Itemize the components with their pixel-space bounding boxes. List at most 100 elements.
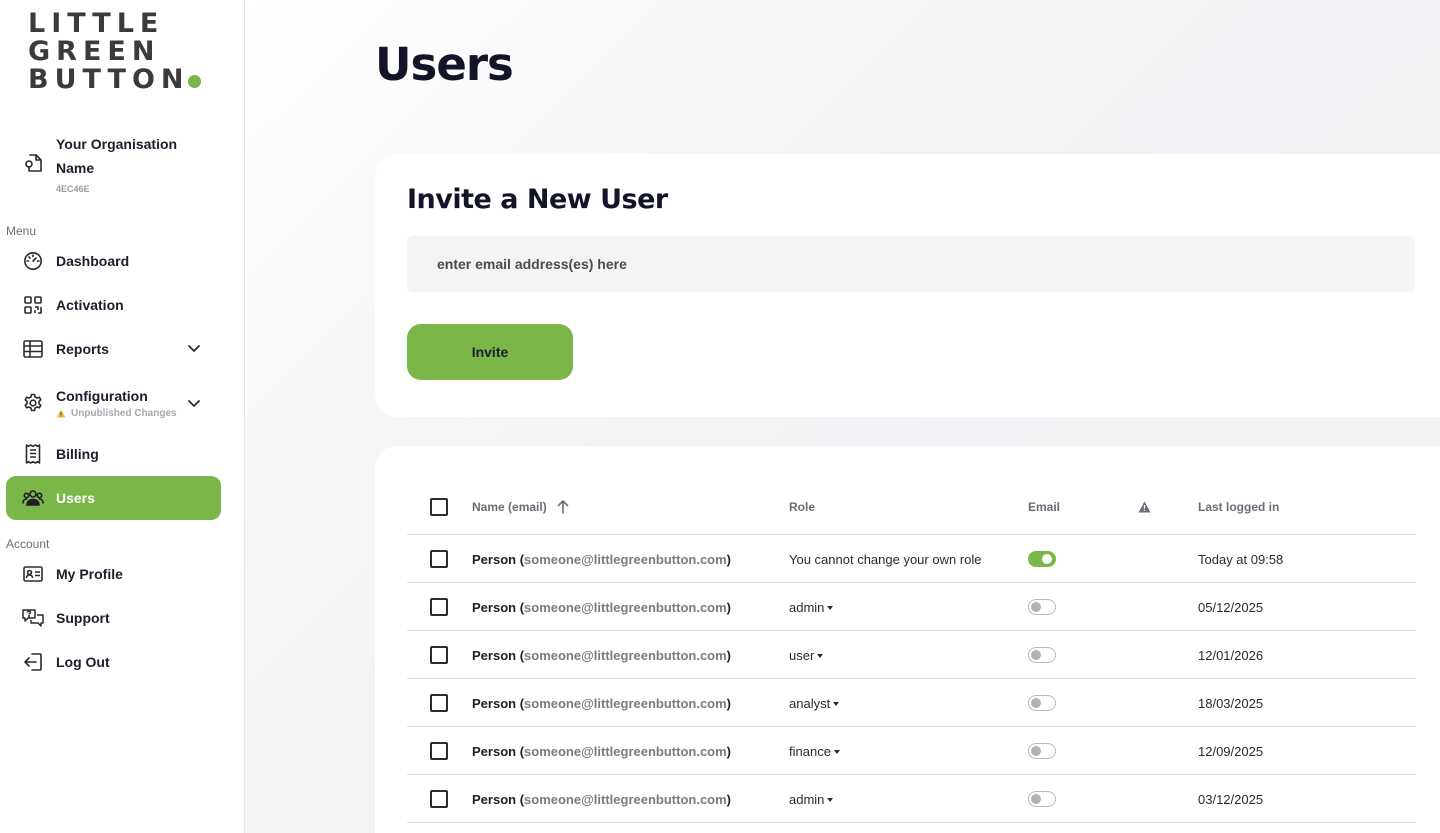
sidebar-item-dashboard[interactable]: Dashboard bbox=[6, 239, 221, 283]
user-name-email: Person (someone@littlegreenbutton.com) bbox=[472, 679, 731, 727]
id-card-icon bbox=[22, 563, 44, 585]
logo-line-2: GREEN bbox=[28, 36, 161, 67]
invite-email-input[interactable] bbox=[407, 236, 1415, 292]
org-pin-icon bbox=[22, 152, 44, 174]
role-cell: admin bbox=[789, 775, 834, 823]
email-notification-toggle[interactable] bbox=[1028, 599, 1056, 615]
caret-down-icon bbox=[827, 605, 834, 610]
role-select[interactable]: admin bbox=[789, 600, 834, 615]
email-toggle-cell bbox=[1028, 535, 1056, 583]
open-paren: ( bbox=[516, 647, 525, 663]
email-notification-toggle[interactable] bbox=[1028, 647, 1056, 663]
user-email: someone@littlegreenbutton.com bbox=[524, 743, 727, 759]
caret-down-icon bbox=[817, 653, 824, 658]
open-paren: ( bbox=[516, 743, 525, 759]
close-paren: ) bbox=[726, 647, 732, 663]
email-toggle-cell bbox=[1028, 775, 1056, 823]
sidebar-item-users[interactable]: Users bbox=[6, 476, 221, 520]
row-checkbox[interactable] bbox=[430, 790, 448, 808]
caret-down-icon bbox=[827, 797, 834, 802]
last-logged-in: 03/12/2025 bbox=[1198, 791, 1264, 807]
toggle-knob bbox=[1031, 697, 1041, 708]
user-email: someone@littlegreenbutton.com bbox=[524, 791, 727, 807]
close-paren: ) bbox=[726, 599, 732, 615]
user-name: Person bbox=[472, 743, 517, 759]
row-checkbox[interactable] bbox=[430, 550, 448, 568]
sidebar-item-reports[interactable]: Reports bbox=[6, 327, 221, 371]
unpublished-changes-notice: Unpublished Changes bbox=[56, 408, 177, 419]
sidebar-item-label: Log Out bbox=[56, 654, 110, 670]
user-name-email: Person (someone@littlegreenbutton.com) bbox=[472, 631, 731, 679]
role-cell: finance bbox=[789, 727, 840, 775]
sidebar-item-label: Reports bbox=[56, 341, 109, 357]
role-select[interactable]: analyst bbox=[789, 696, 840, 711]
organisation-switcher[interactable]: Your Organisation Name 4EC46E bbox=[22, 132, 196, 194]
logo-dot bbox=[187, 75, 201, 88]
user-name: Person bbox=[472, 695, 517, 711]
row-checkbox[interactable] bbox=[430, 598, 448, 616]
sidebar-item-activation[interactable]: Activation bbox=[6, 283, 221, 327]
row-checkbox[interactable] bbox=[430, 742, 448, 760]
last-logged-in: 12/01/2026 bbox=[1198, 647, 1264, 663]
row-checkbox[interactable] bbox=[430, 646, 448, 664]
sidebar-item-log-out[interactable]: Log Out bbox=[6, 640, 221, 684]
logo[interactable]: LITTLE GREEN BUTTON bbox=[28, 10, 201, 94]
role-select[interactable]: finance bbox=[789, 744, 840, 759]
last-logged-in: Today at 09:58 bbox=[1198, 551, 1284, 567]
table-row: Person (someone@littlegreenbutton.com) a… bbox=[407, 583, 1415, 631]
header-email: Email bbox=[1028, 499, 1061, 514]
user-email: someone@littlegreenbutton.com bbox=[524, 551, 727, 567]
close-paren: ) bbox=[726, 791, 732, 807]
receipt-icon bbox=[22, 443, 44, 465]
email-notification-toggle[interactable] bbox=[1028, 551, 1056, 567]
org-code: 4EC46E bbox=[56, 184, 90, 194]
header-name-email[interactable]: Name (email) bbox=[472, 478, 569, 535]
sidebar-item-configuration[interactable]: Configuration Unpublished Changes bbox=[6, 379, 221, 427]
toggle-knob bbox=[1031, 745, 1041, 756]
role-select[interactable]: user bbox=[789, 647, 824, 663]
role-select[interactable]: admin bbox=[789, 792, 834, 807]
unpublished-changes-text: Unpublished Changes bbox=[71, 407, 177, 419]
invite-button[interactable]: Invite bbox=[407, 324, 573, 380]
caret-down-icon bbox=[833, 701, 840, 706]
email-notification-toggle[interactable] bbox=[1028, 743, 1056, 759]
row-select-cell bbox=[430, 535, 448, 583]
row-select-cell bbox=[430, 583, 448, 631]
dashboard-gauge-icon bbox=[22, 250, 44, 272]
logout-icon bbox=[22, 651, 44, 673]
header-last-logged-in: Last logged in bbox=[1198, 499, 1280, 514]
email-notification-toggle[interactable] bbox=[1028, 791, 1056, 807]
user-name-email: Person (someone@littlegreenbutton.com) bbox=[472, 583, 731, 631]
user-name: Person bbox=[472, 599, 517, 615]
row-select-cell bbox=[430, 679, 448, 727]
user-email: someone@littlegreenbutton.com bbox=[524, 695, 727, 711]
role-value: user bbox=[789, 647, 815, 663]
email-toggle-cell bbox=[1028, 727, 1056, 775]
sidebar-item-label: My Profile bbox=[56, 566, 123, 582]
sidebar-item-billing[interactable]: Billing bbox=[6, 432, 221, 476]
user-name-email: Person (someone@littlegreenbutton.com) bbox=[472, 727, 731, 775]
close-paren: ) bbox=[726, 743, 732, 759]
users-table-card: Name (email) Role Email Last logged in P… bbox=[375, 446, 1440, 833]
row-select-cell bbox=[430, 727, 448, 775]
header-role: Role bbox=[789, 499, 816, 514]
select-all-cell bbox=[430, 478, 448, 535]
gear-icon bbox=[22, 392, 44, 414]
sidebar-item-label: Billing bbox=[56, 446, 99, 462]
role-cell: analyst bbox=[789, 679, 840, 727]
open-paren: ( bbox=[516, 695, 525, 711]
open-paren: ( bbox=[516, 599, 525, 615]
invite-title: Invite a New User bbox=[407, 184, 668, 215]
sidebar-item-my-profile[interactable]: My Profile bbox=[6, 552, 221, 596]
chevron-down-icon[interactable] bbox=[187, 341, 201, 355]
header-name-label: Name (email) bbox=[472, 499, 547, 514]
email-toggle-cell bbox=[1028, 583, 1056, 631]
sidebar-item-support[interactable]: Support bbox=[6, 596, 221, 640]
email-notification-toggle[interactable] bbox=[1028, 695, 1056, 711]
select-all-checkbox[interactable] bbox=[430, 497, 448, 516]
sidebar-item-label: Support bbox=[56, 610, 110, 626]
user-name: Person bbox=[472, 791, 517, 807]
row-checkbox[interactable] bbox=[430, 694, 448, 712]
chevron-down-icon[interactable] bbox=[187, 396, 201, 410]
caret-down-icon bbox=[833, 749, 840, 754]
